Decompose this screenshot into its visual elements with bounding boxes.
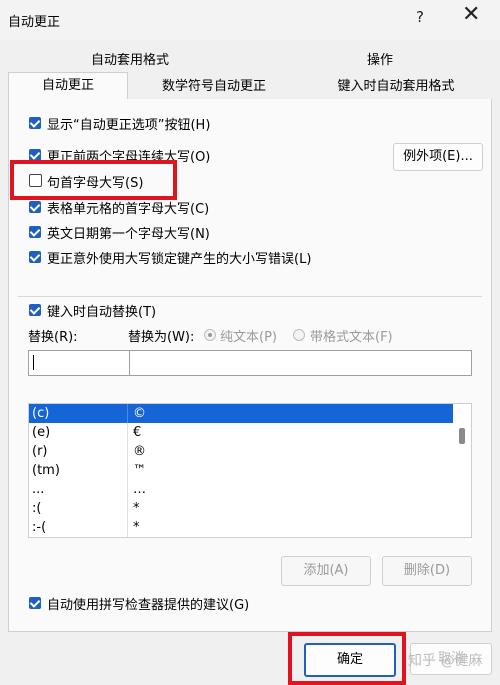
list-scrollbar[interactable]: [455, 404, 470, 537]
label-spellcheck-suggestions: 自动使用拼写检查器提供的建议(G): [47, 598, 250, 613]
replace-input[interactable]: [28, 350, 130, 376]
tab-actions[interactable]: 操作: [300, 50, 460, 72]
title-bar: [0, 0, 500, 40]
checkbox-capitalize-table-cells[interactable]: [29, 201, 41, 213]
column-divider: [127, 518, 128, 537]
list-cell-to: €: [133, 425, 142, 440]
column-divider: [127, 499, 128, 518]
watermark: 知乎 @健麻: [408, 653, 483, 669]
list-cell-from: (e): [32, 425, 51, 440]
window-title: 自动更正: [8, 15, 61, 30]
list-cell-from: (tm): [32, 463, 60, 478]
column-divider: [127, 461, 128, 480]
label-replace-as-you-type: 键入时自动替换(T): [47, 305, 157, 320]
label-show-buttons: 显示“自动更正选项”按钮(H): [47, 118, 211, 133]
delete-button[interactable]: 删除(D): [382, 556, 472, 586]
list-row[interactable]: ... …: [29, 480, 453, 499]
label-capitalize-day-names: 英文日期第一个字母大写(N): [47, 227, 210, 242]
group-separator: [18, 296, 482, 297]
list-row[interactable]: (tm) ™: [29, 461, 453, 480]
label-formatted-text: 带格式文本(F): [310, 330, 393, 345]
label-caps-lock: 更正意外使用大写锁定键产生的大小写错误(L): [47, 252, 312, 267]
tab-autocorrect[interactable]: 自动更正: [8, 72, 128, 101]
replace-list[interactable]: (c) © (e) € (r) ® (tm) ™ ... … :( * :-( …: [28, 403, 472, 538]
text-cursor: [33, 355, 34, 370]
highlight-box-ok: [288, 632, 406, 685]
label-capitalize-table-cells: 表格单元格的首字母大写(C): [47, 202, 210, 217]
list-cell-from: :(: [32, 501, 42, 516]
column-divider: [127, 404, 128, 423]
column-divider: [127, 480, 128, 499]
tab-autoformat-as-you-type[interactable]: 键入时自动套用格式: [302, 74, 490, 99]
highlight-box-sentences: [10, 160, 177, 200]
tab-math-autocorrect[interactable]: 数学符号自动更正: [130, 74, 298, 99]
checkbox-capitalize-day-names[interactable]: [29, 226, 41, 238]
column-divider: [127, 423, 128, 442]
radio-formatted-text[interactable]: [293, 329, 305, 341]
list-cell-to: ®: [133, 444, 146, 459]
list-cell-from: :-(: [32, 520, 47, 535]
checkbox-replace-as-you-type[interactable]: [29, 304, 41, 316]
list-row-selected[interactable]: (c) ©: [29, 404, 453, 423]
checkbox-show-buttons[interactable]: [29, 117, 41, 129]
label-plain-text: 纯文本(P): [220, 330, 277, 345]
list-cell-to: ©: [133, 406, 146, 421]
checkbox-caps-lock[interactable]: [29, 251, 41, 263]
label-replace: 替换(R):: [28, 330, 78, 345]
radio-plain-text[interactable]: [204, 329, 216, 341]
help-icon[interactable]: ?: [416, 8, 424, 26]
list-cell-to: *: [133, 520, 140, 535]
column-divider: [127, 442, 128, 461]
replace-with-input[interactable]: [129, 350, 472, 376]
tab-autoformat[interactable]: 自动套用格式: [30, 50, 230, 72]
list-cell-from: (c): [32, 406, 50, 421]
list-cell-to: *: [133, 501, 140, 516]
list-cell-from: (r): [32, 444, 48, 459]
list-cell-from: ...: [32, 482, 45, 497]
list-row[interactable]: (r) ®: [29, 442, 453, 461]
list-row[interactable]: :( *: [29, 499, 453, 518]
label-replace-with: 替换为(W):: [128, 330, 195, 345]
list-row[interactable]: (e) €: [29, 423, 453, 442]
list-cell-to: ™: [133, 463, 146, 478]
list-cell-to: …: [133, 482, 146, 497]
add-button[interactable]: 添加(A): [281, 556, 371, 586]
exceptions-button[interactable]: 例外项(E)...: [393, 143, 483, 171]
scrollbar-thumb[interactable]: [459, 428, 465, 444]
close-icon[interactable]: ✕: [462, 4, 480, 26]
list-row[interactable]: :-( *: [29, 518, 453, 537]
checkbox-spellcheck-suggestions[interactable]: [29, 597, 41, 609]
